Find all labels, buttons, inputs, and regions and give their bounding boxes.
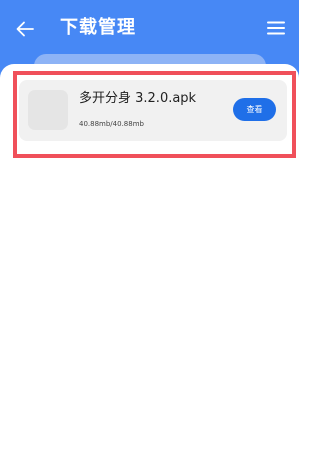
page-title: 下载管理: [60, 17, 136, 38]
hamburger-menu-icon: [267, 21, 285, 35]
menu-button[interactable]: [266, 19, 286, 37]
back-button[interactable]: [14, 18, 36, 40]
highlight-box: [13, 71, 296, 158]
arrow-left-icon: [16, 21, 34, 37]
